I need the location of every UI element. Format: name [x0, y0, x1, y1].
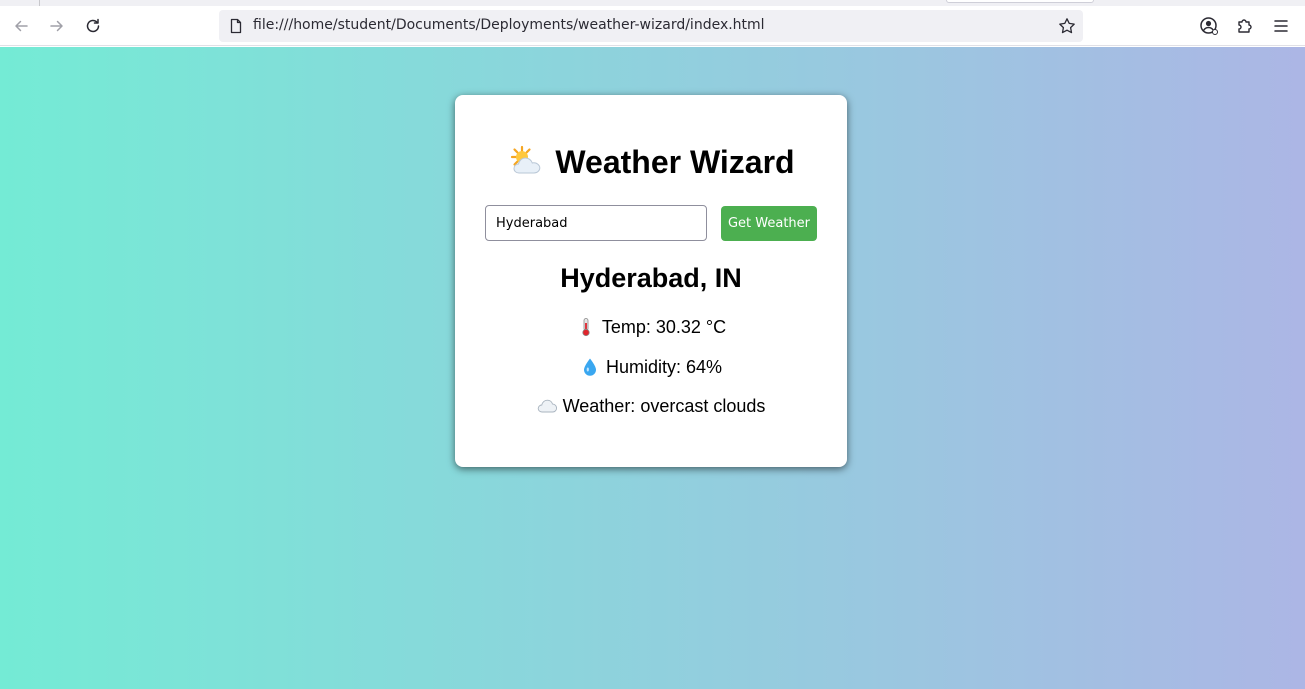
- browser-toolbar: file:///home/student/Documents/Deploymen…: [0, 6, 1305, 46]
- url-text[interactable]: file:///home/student/Documents/Deploymen…: [253, 17, 765, 33]
- app-title-text: Weather Wizard: [555, 144, 795, 180]
- location-heading: Hyderabad, IN: [560, 263, 742, 293]
- sun-behind-cloud-icon: [511, 145, 541, 174]
- cloud-icon: [537, 399, 557, 413]
- arrow-right-icon: [50, 20, 63, 32]
- forward-button[interactable]: [41, 10, 73, 42]
- humidity-text: Humidity: 64%: [605, 357, 723, 377]
- weather-card: Weather Wizard Get Weather Hyderabad, IN…: [455, 95, 847, 467]
- city-search-input[interactable]: [485, 205, 707, 241]
- temperature-line: Temp: 30.32 °C: [455, 317, 847, 338]
- back-button[interactable]: [5, 10, 37, 42]
- page-icon: [230, 18, 242, 34]
- page-background: Weather Wizard Get Weather Hyderabad, IN…: [0, 47, 1305, 689]
- arrow-left-icon: [15, 20, 28, 32]
- hamburger-menu-icon[interactable]: [1271, 16, 1291, 36]
- puzzle-icon[interactable]: [1235, 16, 1255, 36]
- app-title: Weather Wizard: [455, 144, 847, 181]
- temperature-text: Temp: 30.32 °C: [601, 317, 727, 337]
- account-icon[interactable]: [1199, 16, 1219, 36]
- humidity-line: Humidity: 64%: [455, 357, 847, 378]
- star-icon[interactable]: [1058, 17, 1076, 35]
- reload-icon: [86, 18, 100, 33]
- weather-text: Weather: overcast clouds: [562, 396, 766, 416]
- get-weather-button[interactable]: Get Weather: [721, 206, 817, 241]
- thermometer-icon: [582, 318, 590, 337]
- weather-condition-line: Weather: overcast clouds: [455, 396, 847, 417]
- url-bar[interactable]: file:///home/student/Documents/Deploymen…: [219, 10, 1083, 42]
- tab-edge[interactable]: [946, 0, 1094, 3]
- reload-button[interactable]: [77, 10, 109, 42]
- droplet-icon: [583, 358, 596, 376]
